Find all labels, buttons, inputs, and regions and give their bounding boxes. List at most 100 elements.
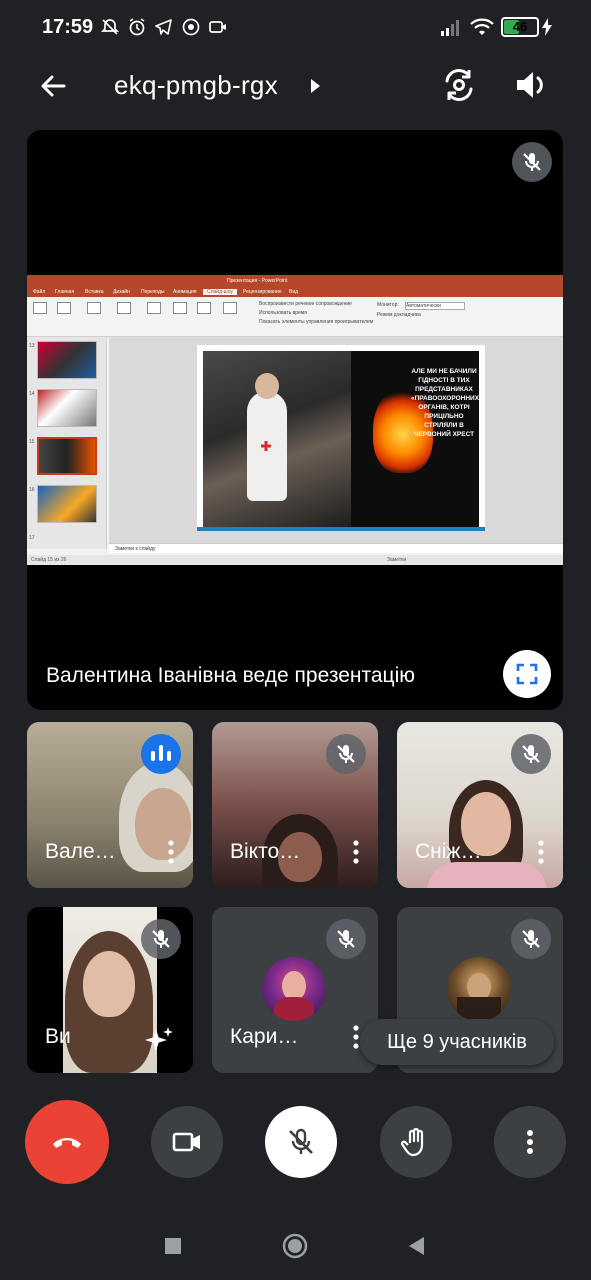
system-nav-bar xyxy=(0,1212,591,1280)
battery-level: 46 xyxy=(512,19,528,34)
slide-thumbnails: 13 14 15 16 17 xyxy=(27,337,107,549)
slide-thumbnail xyxy=(37,389,97,427)
ribbon-button xyxy=(197,302,211,314)
ppt-tab: Переходы xyxy=(141,289,165,295)
ppt-tabs: Файл Главная Вставка Дизайн Переходы Ани… xyxy=(27,287,563,297)
more-participants-chip[interactable]: Ще 9 учасників xyxy=(360,1019,554,1065)
more-options-icon[interactable] xyxy=(350,838,362,866)
video-figure xyxy=(135,788,191,860)
switch-camera-icon[interactable] xyxy=(438,64,480,106)
red-cross-icon xyxy=(261,441,271,451)
back-triangle-icon[interactable] xyxy=(402,1232,430,1260)
fullscreen-button[interactable] xyxy=(503,650,551,698)
screen-record-icon xyxy=(209,21,226,33)
ribbon-checkbox: Воспроизвести речевое сопровождение xyxy=(259,301,352,307)
slide-text: АЛЕ МИ НЕ БАЧИЛИ ГІДНОСТІ В ТИХ ПРЕДСТАВ… xyxy=(411,368,483,438)
avatar xyxy=(447,957,511,1021)
self-view-tile[interactable]: Ви xyxy=(27,907,193,1073)
status-time: 17:59 xyxy=(42,16,94,38)
battery-icon: 46 xyxy=(501,17,539,37)
avatar xyxy=(262,957,326,1021)
mic-off-icon xyxy=(141,919,181,959)
slide-accent-bar xyxy=(197,527,485,531)
ribbon-checkbox: Использовать время xyxy=(259,310,307,316)
speaker-icon[interactable] xyxy=(512,66,550,104)
slide-number: 13 xyxy=(29,343,35,349)
ribbon-button xyxy=(117,302,131,314)
charging-icon xyxy=(542,18,552,36)
shared-screen: Презентация - PowerPoint Файл Главная Вс… xyxy=(27,275,563,565)
slide-thumbnail xyxy=(37,485,97,523)
slide-thumbnail-selected xyxy=(37,437,97,475)
presentation-tile[interactable]: Презентация - PowerPoint Файл Главная Вс… xyxy=(27,130,563,710)
ribbon-button xyxy=(33,302,47,314)
participant-name: Ви xyxy=(45,1025,71,1048)
more-options-icon[interactable] xyxy=(165,838,177,866)
home-circle-icon[interactable] xyxy=(281,1232,309,1260)
recents-square-icon[interactable] xyxy=(159,1232,187,1260)
camera-button[interactable] xyxy=(151,1106,223,1178)
camera-icon xyxy=(172,1132,200,1152)
end-call-button[interactable] xyxy=(25,1100,109,1184)
ppt-tab: Главная xyxy=(55,289,75,295)
more-options-button[interactable] xyxy=(494,1106,566,1178)
notes-toggle: Заметки xyxy=(387,557,407,563)
participant-tile[interactable]: Вале… xyxy=(27,722,193,888)
presenter-mode: Режим докладчика xyxy=(377,312,421,318)
mic-button[interactable] xyxy=(265,1106,337,1178)
monitor-label: Монитор: xyxy=(377,302,399,308)
meeting-code[interactable]: ekq-pmgb-rgx xyxy=(114,70,278,101)
audio-level-icon xyxy=(141,734,181,774)
mic-off-icon xyxy=(326,734,366,774)
ppt-statusbar: Слайд 15 из 26 Заметки xyxy=(27,555,563,565)
slide-notes: Заметки к слайду xyxy=(109,543,563,553)
photo-head xyxy=(255,373,279,399)
ribbon-checkbox: Показать элементы управления проигрывате… xyxy=(259,319,374,325)
meeting-header: ekq-pmgb-rgx xyxy=(0,52,591,122)
ribbon-button xyxy=(87,302,101,314)
slide-thumbnail xyxy=(37,341,97,379)
more-participants-label: Ще 9 учасників xyxy=(387,1031,527,1053)
ppt-titlebar: Презентация - PowerPoint xyxy=(27,275,563,287)
signal-icon xyxy=(441,20,459,36)
raise-hand-button[interactable] xyxy=(380,1106,452,1178)
notes-placeholder: Заметки к слайду xyxy=(115,546,156,552)
ppt-tab: Файл xyxy=(33,289,46,295)
back-arrow-icon[interactable] xyxy=(34,66,74,106)
ppt-tab: Вставка xyxy=(85,289,104,295)
ppt-tab: Вид xyxy=(289,289,299,295)
slide-number: 16 xyxy=(29,487,35,493)
fullscreen-icon xyxy=(516,663,538,685)
mic-off-icon xyxy=(289,1128,313,1154)
more-options-icon[interactable] xyxy=(535,838,547,866)
monitor-select: Автоматически xyxy=(405,302,465,310)
current-slide: АЛЕ МИ НЕ БАЧИЛИ ГІДНОСТІ В ТИХ ПРЕДСТАВ… xyxy=(197,345,485,531)
slide-number: 15 xyxy=(29,439,35,445)
video-figure xyxy=(427,862,547,888)
participant-tile[interactable]: Кари… xyxy=(212,907,378,1073)
status-bar: 17:59 46 xyxy=(0,0,591,52)
ppt-app-title: Презентация - PowerPoint xyxy=(227,278,288,284)
ribbon-button xyxy=(57,302,71,314)
more-options-icon xyxy=(527,1130,533,1154)
visual-effects-icon[interactable] xyxy=(143,1025,175,1057)
participant-tile[interactable]: Вікто… xyxy=(212,722,378,888)
mic-off-icon xyxy=(326,919,366,959)
participant-name: Вале… xyxy=(45,840,116,863)
video-figure xyxy=(83,951,135,1017)
ribbon-button xyxy=(173,302,187,314)
caret-right-icon[interactable] xyxy=(308,76,322,96)
ppt-tab: Рецензирование xyxy=(243,289,282,295)
raise-hand-icon xyxy=(400,1127,424,1157)
avatar-figure xyxy=(457,997,501,1021)
ppt-tab-active: Слайд-шоу xyxy=(203,289,237,295)
slide-number: 17 xyxy=(29,535,35,541)
ppt-tab: Дизайн xyxy=(113,289,130,295)
mic-off-icon xyxy=(511,734,551,774)
participant-tile[interactable]: Сніж… xyxy=(397,722,563,888)
presenter-label: Валентина Іванівна веде презентацію xyxy=(46,664,415,687)
participant-name: Сніж… xyxy=(415,840,482,863)
mic-off-icon xyxy=(512,142,552,182)
end-call-icon xyxy=(53,1138,81,1148)
telegram-icon xyxy=(155,19,172,35)
